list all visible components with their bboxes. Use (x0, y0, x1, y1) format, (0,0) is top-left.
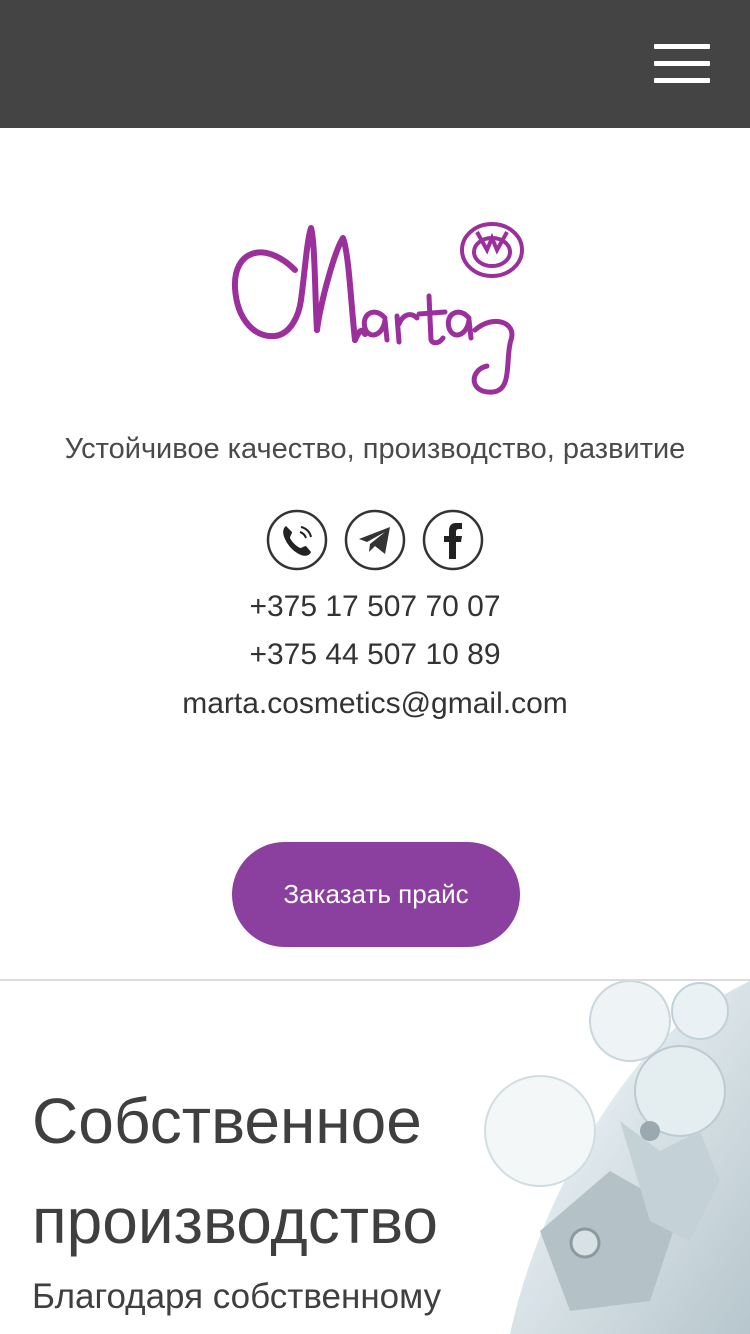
menu-line (654, 44, 710, 49)
phone-icon[interactable] (266, 509, 328, 571)
production-section: Собственное производство Благодаря собст… (0, 981, 750, 1334)
marta-logo[interactable] (225, 210, 530, 402)
tagline: Устойчивое качество, производство, разви… (64, 433, 686, 465)
section-text: Благодаря собственному (32, 1277, 442, 1316)
telegram-icon[interactable] (344, 509, 406, 571)
email-link[interactable]: marta.cosmetics@gmail.com (0, 687, 750, 721)
social-links (0, 509, 750, 571)
hamburger-menu-icon[interactable] (654, 44, 710, 84)
menu-line (654, 61, 710, 66)
section-title: Собственное производство (32, 1085, 438, 1257)
phone-number-1[interactable]: +375 17 507 70 07 (0, 590, 750, 624)
top-bar (0, 0, 750, 128)
menu-line (654, 78, 710, 83)
order-price-button[interactable]: Заказать прайс (232, 842, 520, 947)
facebook-icon[interactable] (422, 509, 484, 571)
phone-number-2[interactable]: +375 44 507 10 89 (0, 638, 750, 672)
